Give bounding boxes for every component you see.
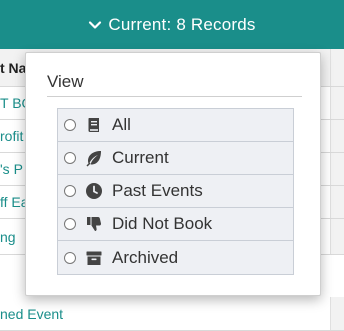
- record-link[interactable]: 's P: [0, 153, 23, 185]
- table-side-column: [330, 153, 344, 185]
- option-label: Current: [112, 148, 169, 167]
- view-options-list: All Current Past Events Did Not Book Arc…: [57, 108, 294, 275]
- archive-box-icon: [85, 249, 103, 267]
- table-side-column: [330, 120, 344, 152]
- record-link[interactable]: ng: [0, 219, 16, 254]
- table-side-column: [330, 49, 344, 86]
- radio-past-events[interactable]: [64, 185, 76, 197]
- book-icon: [85, 116, 103, 134]
- view-filter-toggle[interactable]: Current: 8 Records: [0, 0, 344, 49]
- record-link[interactable]: ned Event: [0, 297, 63, 330]
- option-label: Archived: [112, 247, 179, 267]
- table-row[interactable]: ned Event: [0, 297, 344, 331]
- popover-title: View: [47, 72, 84, 91]
- record-count-title: Current: 8 Records: [108, 14, 256, 34]
- table-side-column: [330, 219, 344, 254]
- clock-icon: [85, 182, 103, 200]
- view-option-current[interactable]: Current: [58, 142, 293, 175]
- records-view: Current: 8 Records t Na T BO rofit 's P …: [0, 0, 344, 331]
- divider: [47, 96, 302, 97]
- view-option-archived[interactable]: Archived: [58, 241, 293, 274]
- view-option-all[interactable]: All: [58, 109, 293, 142]
- thumbs-down-icon: [85, 215, 103, 233]
- option-label: Past Events: [112, 181, 203, 200]
- option-label: All: [112, 115, 131, 134]
- column-header-name[interactable]: t Na: [0, 49, 26, 86]
- radio-current[interactable]: [64, 152, 76, 164]
- table-side-column: [330, 297, 344, 330]
- table-side-column: [330, 186, 344, 218]
- view-option-did-not-book[interactable]: Did Not Book: [58, 208, 293, 241]
- radio-archived[interactable]: [64, 251, 76, 264]
- radio-all[interactable]: [64, 119, 76, 131]
- view-filter-popover: View All Current Past Events Did Not Boo…: [25, 52, 321, 296]
- radio-did-not-book[interactable]: [64, 218, 76, 230]
- option-label: Did Not Book: [112, 214, 213, 233]
- leaf-icon: [85, 149, 103, 167]
- view-option-past-events[interactable]: Past Events: [58, 175, 293, 208]
- table-side-column: [330, 87, 344, 119]
- record-link[interactable]: rofit: [0, 120, 23, 152]
- chevron-down-icon: [88, 18, 102, 32]
